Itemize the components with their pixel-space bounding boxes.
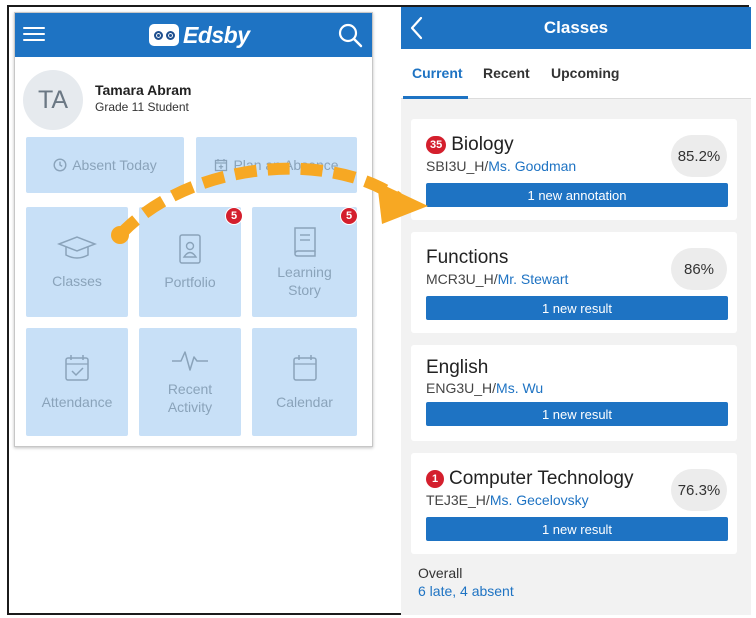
teacher-link[interactable]: Ms. Goodman	[488, 158, 576, 174]
tile-calendar-label: Calendar	[276, 394, 333, 410]
overall-attendance-link[interactable]: 6 late, 4 absent	[418, 583, 514, 599]
teacher-link[interactable]: Ms. Gecelovsky	[490, 492, 589, 508]
plan-absence-label: Plan an Absence	[233, 157, 339, 173]
class-notice-bar[interactable]: 1 new result	[426, 517, 728, 541]
absent-today-label: Absent Today	[72, 157, 157, 173]
search-icon[interactable]	[337, 22, 363, 48]
class-notice-bar[interactable]: 1 new result	[426, 402, 728, 426]
class-grade: 86%	[671, 248, 727, 290]
class-code: TEJ3E_H	[426, 492, 486, 508]
absent-today-button[interactable]: Absent Today	[26, 137, 184, 193]
user-role: Grade 11 Student	[95, 100, 189, 114]
class-badge: 35	[426, 136, 447, 154]
teacher-link[interactable]: Ms. Wu	[496, 380, 543, 396]
screenshot-frame: Edsby TA Tamara Abram Grade 11 Student A…	[7, 5, 751, 615]
page-title: Classes	[543, 18, 609, 37]
class-notice-bar[interactable]: 1 new annotation	[426, 183, 728, 207]
tile-learning-label-2: Story	[288, 282, 321, 298]
tile-recent-label-2: Activity	[167, 399, 213, 415]
class-card-functions[interactable]: Functions MCR3U_H/Mr. Stewart 86% 1 new …	[411, 232, 737, 333]
menu-icon[interactable]	[23, 23, 45, 45]
edsby-logo-icon	[149, 24, 179, 46]
class-code-line: SBI3U_H/Ms. Goodman	[426, 158, 576, 174]
calendar-plus-icon	[215, 159, 228, 172]
clock-icon	[53, 158, 67, 172]
tile-attendance-label: Attendance	[41, 394, 113, 410]
class-title: English	[426, 357, 488, 379]
class-grade: 76.3%	[671, 469, 727, 511]
learning-story-badge: 5	[340, 207, 358, 225]
class-card-biology[interactable]: 35 Biology SBI3U_H/Ms. Goodman 85.2% 1 n…	[411, 119, 737, 220]
class-name: Biology	[451, 134, 514, 155]
class-card-english[interactable]: English ENG3U_H/Ms. Wu 1 new result	[411, 345, 737, 441]
graduation-cap-icon	[57, 236, 97, 259]
class-code: SBI3U_H	[426, 158, 485, 174]
classes-screen: Classes Current Recent Upcoming 35 Biolo…	[401, 7, 751, 615]
user-name: Tamara Abram	[95, 82, 192, 98]
class-title: 35 Biology	[426, 134, 514, 156]
tile-recent-activity[interactable]: Recent Activity	[139, 328, 241, 436]
home-header: Edsby	[15, 13, 372, 57]
class-code-line: MCR3U_H/Mr. Stewart	[426, 271, 568, 287]
calendar-check-icon	[65, 355, 89, 381]
class-grade: 85.2%	[671, 135, 727, 177]
tab-current[interactable]: Current	[412, 65, 463, 81]
class-code: ENG3U_H	[426, 380, 493, 396]
tile-learning-label: Learning	[277, 264, 332, 280]
logo-text: Edsby	[183, 21, 250, 48]
tile-learning-story[interactable]: Learning Story	[252, 207, 357, 317]
class-name: English	[426, 357, 489, 378]
tile-attendance[interactable]: Attendance	[26, 328, 128, 436]
book-icon	[293, 227, 316, 257]
class-name: Computer Technology	[449, 468, 634, 489]
tile-recent-label: Recent	[167, 381, 213, 397]
class-code-line: TEJ3E_H/Ms. Gecelovsky	[426, 492, 589, 508]
class-badge: 1	[426, 470, 444, 488]
class-notice-bar[interactable]: 1 new result	[426, 296, 728, 320]
class-code-line: ENG3U_H/Ms. Wu	[426, 380, 543, 396]
edsby-logo: Edsby	[149, 21, 250, 49]
tab-upcoming[interactable]: Upcoming	[551, 65, 619, 81]
teacher-link[interactable]: Mr. Stewart	[498, 271, 569, 287]
tile-portfolio-label: Portfolio	[164, 274, 216, 290]
tile-calendar[interactable]: Calendar	[252, 328, 357, 436]
class-card-computer-technology[interactable]: 1 Computer Technology TEJ3E_H/Ms. Gecelo…	[411, 453, 737, 554]
classes-header: Classes	[401, 7, 751, 49]
class-code: MCR3U_H	[426, 271, 494, 287]
class-tabs: Current Recent Upcoming	[401, 49, 751, 99]
pulse-icon	[172, 351, 208, 371]
avatar[interactable]: TA	[23, 70, 83, 130]
portfolio-badge: 5	[225, 207, 243, 225]
plan-absence-button[interactable]: Plan an Absence	[196, 137, 357, 193]
tile-classes-label: Classes	[52, 273, 102, 289]
class-title: Functions	[426, 247, 508, 269]
calendar-icon	[292, 355, 317, 381]
tile-portfolio[interactable]: Portfolio	[139, 207, 241, 317]
class-name: Functions	[426, 247, 509, 268]
portfolio-icon	[179, 234, 201, 264]
active-tab-indicator	[403, 96, 468, 99]
class-title: 1 Computer Technology	[426, 468, 633, 490]
tab-recent[interactable]: Recent	[483, 65, 530, 81]
overall-label: Overall	[418, 565, 463, 581]
edsby-home-screen: Edsby TA Tamara Abram Grade 11 Student A…	[14, 12, 373, 447]
tile-classes[interactable]: Classes	[26, 207, 128, 317]
